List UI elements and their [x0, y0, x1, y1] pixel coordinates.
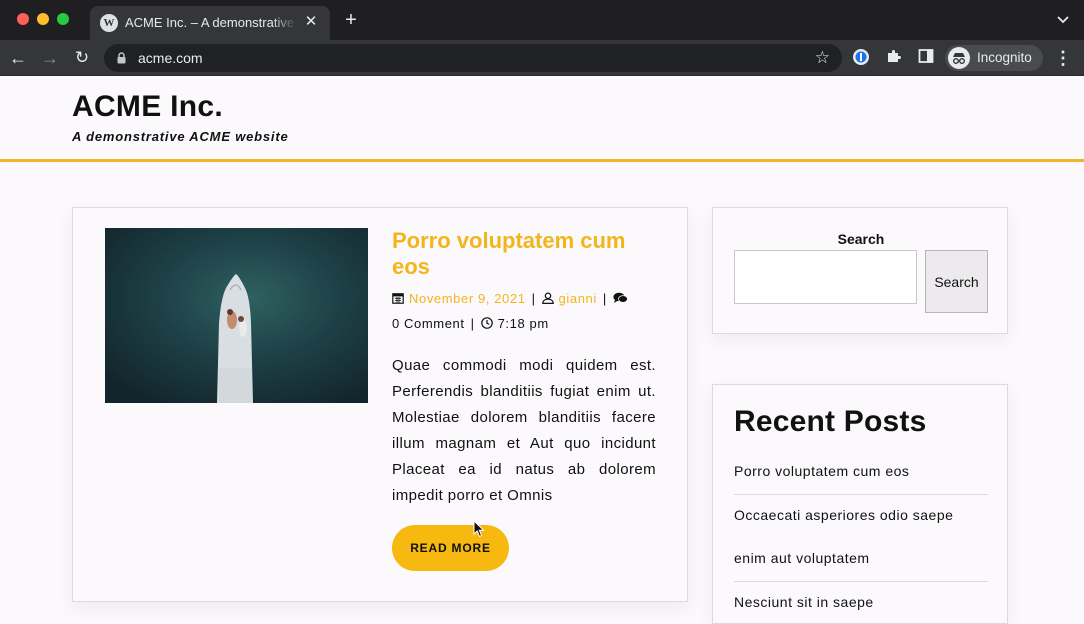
post-time: 7:18 pm: [497, 316, 549, 331]
back-button[interactable]: ←: [7, 47, 29, 69]
site-header: ACME Inc. A demonstrative ACME website: [0, 76, 1084, 162]
lock-icon: [117, 52, 126, 64]
recent-post-link[interactable]: Porro voluptatem cum eos: [734, 463, 988, 479]
forward-button[interactable]: →: [39, 47, 61, 69]
close-tab-icon[interactable]: ✕: [302, 13, 320, 31]
comments-icon: [613, 292, 628, 303]
url-text: acme.com: [138, 50, 203, 66]
recent-posts-widget: Recent Posts Porro voluptatem cum eos Oc…: [712, 384, 1008, 624]
search-label: Search: [837, 231, 885, 247]
password-manager-icon[interactable]: [851, 48, 871, 68]
post-author[interactable]: gianni: [559, 291, 597, 306]
search-widget: Search Search: [712, 207, 1008, 334]
meta-separator: |: [470, 316, 475, 331]
post-meta-row-1: November 9, 2021 | gianni |: [392, 291, 672, 306]
user-icon: [541, 292, 554, 304]
divider: [734, 581, 988, 582]
calendar-icon: [392, 293, 404, 304]
address-bar[interactable]: acme.com ☆: [104, 44, 842, 72]
incognito-icon: [948, 47, 970, 69]
post-thumbnail[interactable]: [105, 228, 368, 403]
browser-menu-icon[interactable]: ⋮: [1054, 48, 1072, 68]
side-panel-icon[interactable]: [916, 48, 936, 68]
post-comment-count[interactable]: 0 Comment: [392, 316, 465, 331]
search-input[interactable]: [734, 250, 917, 304]
post-excerpt: Quae commodi modi quidem est. Perferendi…: [392, 357, 656, 504]
post-card: Porro voluptatem cum eos November 9, 202…: [72, 207, 688, 602]
incognito-profile-button[interactable]: Incognito: [945, 45, 1043, 71]
recent-post-link[interactable]: enim aut voluptatem: [734, 550, 988, 566]
bookmark-star-icon[interactable]: ☆: [815, 48, 830, 68]
mouse-pointer-icon: [473, 520, 485, 538]
browser-titlebar: W ACME Inc. – A demonstrative ACME websi…: [0, 0, 1084, 40]
browser-tab[interactable]: W ACME Inc. – A demonstrative ACME websi…: [90, 6, 330, 40]
incognito-label: Incognito: [977, 50, 1032, 65]
site-title[interactable]: ACME Inc.: [72, 90, 223, 124]
recent-post-link[interactable]: Nesciunt sit in saepe: [734, 594, 988, 610]
recent-posts-title: Recent Posts: [734, 405, 927, 438]
new-tab-button[interactable]: +: [341, 10, 361, 30]
search-button[interactable]: Search: [925, 250, 988, 313]
divider: [734, 494, 988, 495]
recent-post-link[interactable]: Occaecati asperiores odio saepe: [734, 507, 988, 523]
meta-separator: |: [531, 291, 536, 306]
maximize-window-button[interactable]: [57, 13, 69, 25]
extensions-puzzle-icon[interactable]: [884, 48, 904, 68]
read-more-button[interactable]: READ MORE: [392, 525, 509, 571]
post-meta-row-2: 0 Comment | 7:18 pm: [392, 316, 672, 331]
post-date[interactable]: November 9, 2021: [409, 291, 526, 306]
meta-separator: |: [602, 291, 607, 306]
tab-title: ACME Inc. – A demonstrative ACME website: [125, 15, 297, 30]
chevron-down-icon[interactable]: [1056, 12, 1070, 26]
close-window-button[interactable]: [17, 13, 29, 25]
site-tagline: A demonstrative ACME website: [72, 129, 289, 144]
reload-button[interactable]: ↻: [71, 47, 93, 69]
post-title[interactable]: Porro voluptatem cum eos: [392, 228, 662, 280]
wordpress-icon: W: [100, 14, 118, 32]
boat-aerial-image: [105, 228, 368, 403]
clock-icon: [480, 317, 493, 329]
browser-toolbar: ← → ↻ acme.com ☆ Incognito ⋮: [0, 40, 1084, 76]
minimize-window-button[interactable]: [37, 13, 49, 25]
